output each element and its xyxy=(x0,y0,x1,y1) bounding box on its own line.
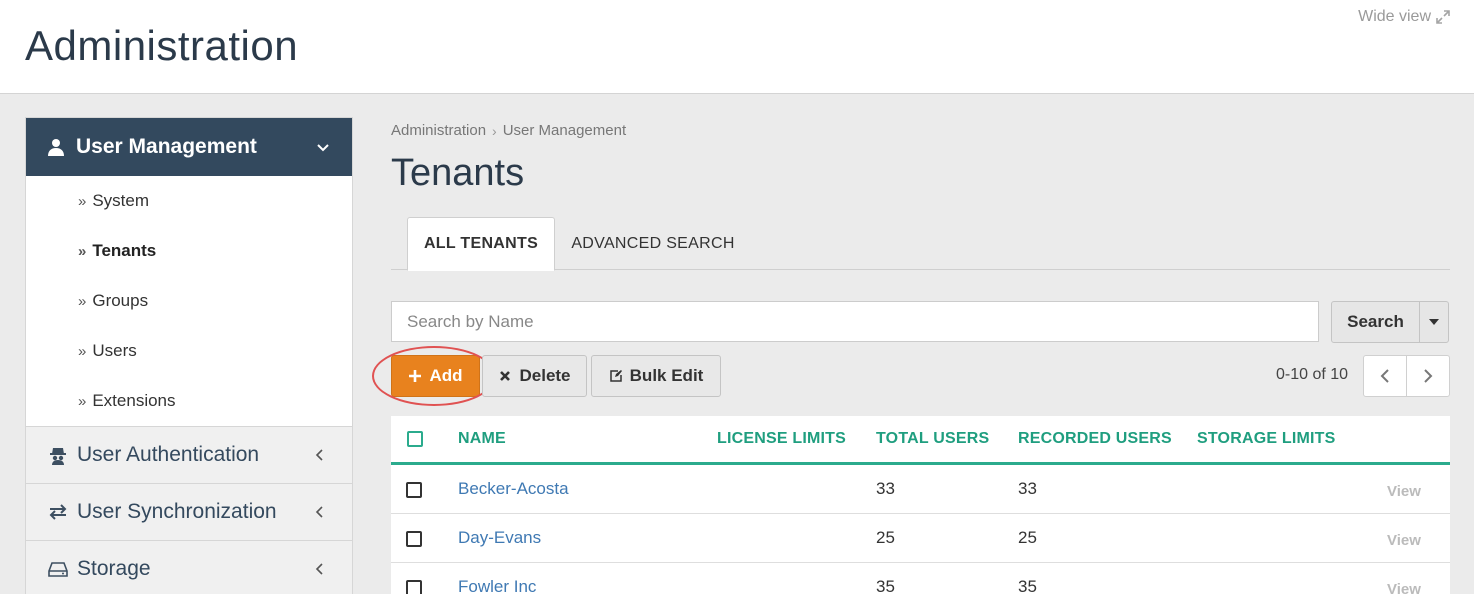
column-header-name[interactable]: NAME xyxy=(458,430,506,448)
wide-view-label: Wide view xyxy=(1358,8,1431,25)
chevron-left-icon xyxy=(315,449,323,461)
sidebar-item-users[interactable]: » Users xyxy=(26,326,352,376)
next-page-button[interactable] xyxy=(1406,355,1450,397)
double-chevron-icon: » xyxy=(78,342,87,360)
sidebar-group-label: Storage xyxy=(77,557,151,580)
sidebar-item-groups[interactable]: » Groups xyxy=(26,276,352,326)
expand-icon xyxy=(1436,10,1450,24)
select-all-checkbox[interactable] xyxy=(407,431,423,447)
total-users-cell: 25 xyxy=(876,528,895,547)
tab-all-tenants[interactable]: ALL TENANTS xyxy=(407,217,555,271)
breadcrumb-item-user-management[interactable]: User Management xyxy=(503,122,626,139)
total-users-cell: 33 xyxy=(876,479,895,498)
sidebar-item-system[interactable]: » System xyxy=(26,176,352,226)
tenants-table: NAME LICENSE LIMITS TOTAL USERS RECORDED… xyxy=(391,416,1450,594)
breadcrumb-item-administration[interactable]: Administration xyxy=(391,122,486,139)
row-checkbox[interactable] xyxy=(406,482,422,498)
sidebar-item-tenants[interactable]: » Tenants xyxy=(26,226,352,276)
delete-button[interactable]: Delete xyxy=(482,355,587,397)
sync-arrows-icon xyxy=(49,504,67,520)
plus-icon xyxy=(409,370,422,382)
recorded-users-cell: 35 xyxy=(1018,577,1037,594)
row-checkbox[interactable] xyxy=(406,580,422,594)
breadcrumb: Administration › User Management xyxy=(391,122,626,139)
delete-button-label: Delete xyxy=(519,366,571,385)
view-link[interactable]: View xyxy=(1387,532,1421,549)
bulk-edit-button-label: Bulk Edit xyxy=(629,366,704,385)
add-button[interactable]: Add xyxy=(391,355,480,397)
sidebar-item-label: Groups xyxy=(92,291,149,310)
view-link[interactable]: View xyxy=(1387,581,1421,594)
total-users-cell: 35 xyxy=(876,577,895,594)
table-header: NAME LICENSE LIMITS TOTAL USERS RECORDED… xyxy=(391,416,1450,465)
hard-drive-icon xyxy=(48,562,68,577)
sidebar-section-user-authentication[interactable]: User Authentication xyxy=(26,426,352,483)
double-chevron-icon: » xyxy=(78,392,87,410)
user-icon xyxy=(48,139,64,156)
tab-advanced-search[interactable]: ADVANCED SEARCH xyxy=(563,217,743,270)
sidebar-section-user-management[interactable]: User Management xyxy=(26,118,352,176)
breadcrumb-separator-icon: › xyxy=(492,122,497,139)
chevron-left-icon xyxy=(1380,369,1389,383)
recorded-users-cell: 25 xyxy=(1018,528,1037,547)
top-bar: Administration Wide view xyxy=(0,0,1474,94)
search-input[interactable] xyxy=(391,301,1319,342)
sidebar-item-label: System xyxy=(92,191,150,210)
double-chevron-icon: » xyxy=(78,192,87,210)
app-title: Administration xyxy=(25,22,299,69)
previous-page-button[interactable] xyxy=(1363,355,1407,397)
column-header-license-limits[interactable]: LICENSE LIMITS xyxy=(717,430,846,448)
view-link[interactable]: View xyxy=(1387,483,1421,500)
chevron-left-icon xyxy=(315,506,323,518)
tenant-name-link[interactable]: Becker-Acosta xyxy=(458,479,569,499)
caret-down-icon xyxy=(1429,319,1439,325)
table-row: Becker-Acosta 33 33 View xyxy=(391,465,1450,514)
sidebar-section-label: User Management xyxy=(76,135,257,158)
sidebar-item-extensions[interactable]: » Extensions xyxy=(26,376,352,426)
close-icon xyxy=(500,371,511,381)
sidebar-section-user-synchronization[interactable]: User Synchronization xyxy=(26,483,352,540)
row-checkbox[interactable] xyxy=(406,531,422,547)
table-row: Day-Evans 25 25 View xyxy=(391,514,1450,563)
table-row: Fowler Inc 35 35 View xyxy=(391,563,1450,594)
edit-icon xyxy=(609,370,622,382)
pagination-range: 0-10 of 10 xyxy=(1276,366,1349,383)
sidebar-group-label: User Synchronization xyxy=(77,500,277,523)
bulk-edit-button[interactable]: Bulk Edit xyxy=(591,355,721,397)
column-header-storage-limits[interactable]: STORAGE LIMITS xyxy=(1197,430,1336,448)
sidebar-section-storage[interactable]: Storage xyxy=(26,540,352,594)
page-title: Tenants xyxy=(391,152,525,194)
search-button[interactable]: Search xyxy=(1331,301,1420,343)
sidebar: User Management » System » Tenants » Groups… xyxy=(25,117,353,594)
tenant-name-link[interactable]: Fowler Inc xyxy=(458,577,536,594)
double-chevron-icon: » xyxy=(78,292,87,310)
wide-view-toggle[interactable]: Wide view xyxy=(1358,8,1450,26)
spy-icon xyxy=(50,448,66,465)
recorded-users-cell: 33 xyxy=(1018,479,1037,498)
sidebar-item-label: Tenants xyxy=(92,241,157,260)
chevron-left-icon xyxy=(315,563,323,575)
sidebar-item-label: Extensions xyxy=(92,391,176,410)
search-options-dropdown[interactable] xyxy=(1419,301,1449,343)
tab-bar: ALL TENANTS ADVANCED SEARCH xyxy=(391,217,1450,271)
sidebar-sub-list: » System » Tenants » Groups » Users » Extensi… xyxy=(26,176,352,426)
add-button-label: Add xyxy=(429,366,463,385)
column-header-total-users[interactable]: TOTAL USERS xyxy=(876,430,989,448)
double-chevron-icon: » xyxy=(78,242,87,260)
chevron-down-icon xyxy=(317,144,329,152)
chevron-right-icon xyxy=(1424,369,1433,383)
column-header-recorded-users[interactable]: RECORDED USERS xyxy=(1018,430,1172,448)
sidebar-group-label: User Authentication xyxy=(77,443,260,466)
tenant-name-link[interactable]: Day-Evans xyxy=(458,528,541,548)
sidebar-item-label: Users xyxy=(92,341,137,360)
